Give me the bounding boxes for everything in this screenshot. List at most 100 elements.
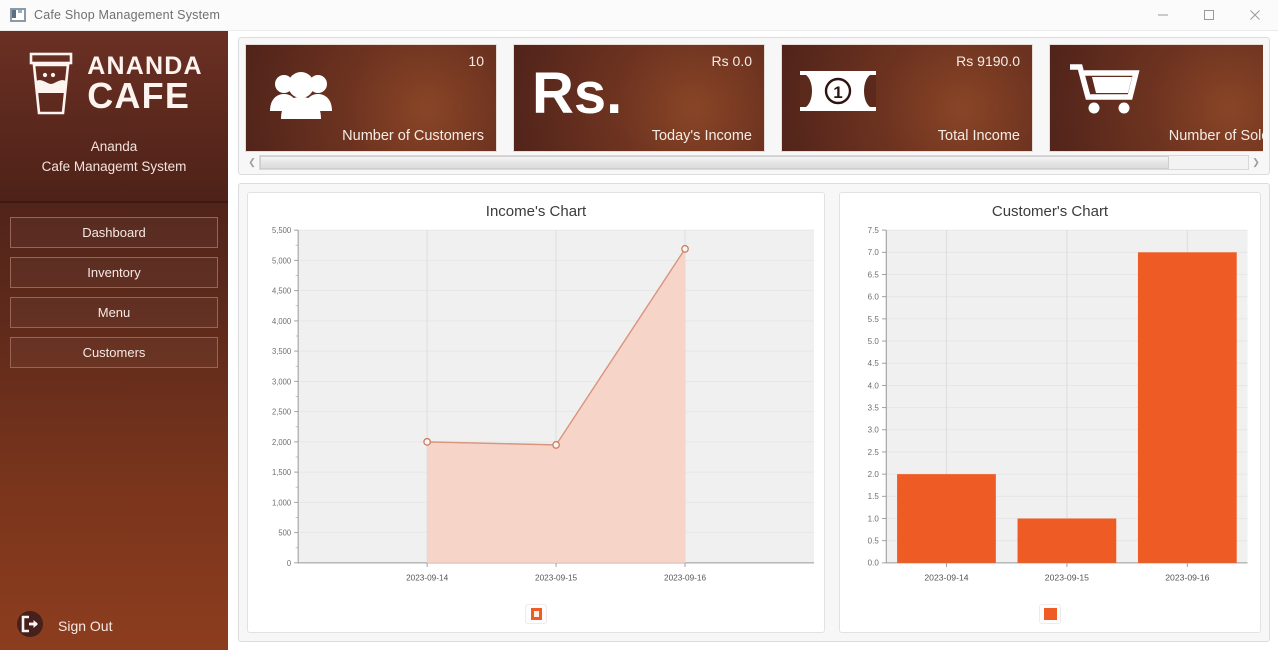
- kpi-card-todays-income[interactable]: Rs 0.0 Rs. Today's Income: [513, 44, 765, 152]
- svg-text:3,500: 3,500: [272, 347, 291, 356]
- window-title: Cafe Shop Management System: [34, 8, 221, 22]
- legend-item-customers[interactable]: [1039, 604, 1061, 624]
- sign-out-icon: [16, 610, 44, 643]
- svg-text:5.5: 5.5: [868, 315, 880, 324]
- coffee-cup-icon: [25, 51, 79, 117]
- close-button[interactable]: [1232, 0, 1278, 31]
- status-badge: Rs 9190.0: [956, 53, 1020, 69]
- cards-horizontal-scrollbar[interactable]: ❮ ❯: [245, 152, 1263, 174]
- svg-text:4,500: 4,500: [272, 286, 291, 295]
- kpi-cards-row: 10 Number of Customers Rs 0.0 Rs. Today'…: [245, 44, 1263, 152]
- chevron-right-icon[interactable]: ❯: [1249, 155, 1263, 170]
- sidebar-item-label: Customers: [82, 345, 146, 360]
- svg-text:Rs.: Rs.: [532, 61, 622, 126]
- svg-text:3.0: 3.0: [868, 426, 880, 435]
- svg-text:6.5: 6.5: [868, 270, 880, 279]
- sidebar-item-label: Dashboard: [82, 225, 146, 240]
- charts-panel: Income's Chart 0 500 1,000 1,500 2,000 2,500 3…: [238, 183, 1270, 642]
- customer-chart-card: Customer's Chart 0.0 0.5 1.0 1.5 2.0 2.5 3.0 3.…: [839, 192, 1261, 633]
- kpi-cards-viewport: 10 Number of Customers Rs 0.0 Rs. Today'…: [245, 44, 1263, 152]
- scrollbar-thumb[interactable]: [260, 156, 1169, 169]
- income-chart-legend: [252, 598, 820, 630]
- people-group-icon: [268, 67, 334, 123]
- svg-text:0.5: 0.5: [868, 537, 880, 546]
- sidebar-item-label: Inventory: [87, 265, 141, 280]
- income-chart-card: Income's Chart 0 500 1,000 1,500 2,000 2,500 3…: [247, 192, 825, 633]
- svg-text:1.0: 1.0: [868, 514, 880, 523]
- kpi-card-label: Number of Customers: [342, 128, 484, 144]
- svg-text:2023-09-15: 2023-09-15: [1045, 573, 1089, 583]
- svg-text:2.5: 2.5: [868, 448, 880, 457]
- svg-text:3,000: 3,000: [272, 377, 291, 386]
- sidebar-item-dashboard[interactable]: Dashboard: [10, 217, 218, 248]
- customer-chart-plot[interactable]: 0.0 0.5 1.0 1.5 2.0 2.5 3.0 3.5 4.0 4.5 5.0 5.5 6.0 6…: [844, 226, 1256, 598]
- svg-text:1,000: 1,000: [272, 498, 291, 507]
- svg-text:500: 500: [278, 528, 291, 537]
- svg-text:2023-09-15: 2023-09-15: [535, 572, 577, 582]
- kpi-card-label: Number of Sold Pr: [1168, 128, 1263, 144]
- svg-text:5,500: 5,500: [272, 226, 291, 235]
- rupee-text-icon: Rs.: [532, 55, 652, 127]
- sidebar-item-menu[interactable]: Menu: [10, 297, 218, 328]
- sign-out-label: Sign Out: [58, 618, 113, 634]
- app-window: Cafe Shop Management System ANANDA CAFE …: [0, 0, 1278, 650]
- shopping-cart-icon: [1068, 63, 1140, 121]
- svg-text:7.5: 7.5: [868, 226, 880, 235]
- brand-logo: ANANDA CAFE: [25, 45, 203, 123]
- income-chart-title: Income's Chart: [485, 203, 587, 220]
- svg-text:7.0: 7.0: [868, 248, 880, 257]
- main-content: 10 Number of Customers Rs 0.0 Rs. Today'…: [228, 31, 1278, 650]
- app-body: ANANDA CAFE Ananda Cafe Managemt System …: [0, 31, 1278, 650]
- svg-text:2,000: 2,000: [272, 438, 291, 447]
- kpi-card-number-of-customers[interactable]: 10 Number of Customers: [245, 44, 497, 152]
- customer-chart-title: Customer's Chart: [991, 203, 1109, 220]
- svg-text:3.5: 3.5: [868, 404, 880, 413]
- banknote-icon: 1: [800, 71, 876, 111]
- kpi-card-number-of-sold-products[interactable]: Number of Sold Pr: [1049, 44, 1263, 152]
- svg-text:2.0: 2.0: [868, 470, 880, 479]
- customer-chart-legend: [844, 598, 1256, 630]
- svg-text:2023-09-14: 2023-09-14: [924, 573, 968, 583]
- legend-ring-marker-icon: [530, 608, 542, 620]
- svg-text:1.5: 1.5: [868, 492, 880, 501]
- sidebar-item-customers[interactable]: Customers: [10, 337, 218, 368]
- sidebar-item-label: Menu: [97, 305, 131, 320]
- title-bar: Cafe Shop Management System: [0, 0, 1278, 31]
- status-badge: 10: [468, 53, 484, 69]
- minimize-button[interactable]: [1140, 0, 1186, 31]
- brand-wordmark: ANANDA CAFE: [87, 54, 203, 117]
- sign-out-button[interactable]: Sign Out: [0, 602, 228, 650]
- svg-text:2,500: 2,500: [272, 407, 291, 416]
- app-window-icon: [10, 8, 26, 22]
- sidebar-item-inventory[interactable]: Inventory: [10, 257, 218, 288]
- legend-item-income[interactable]: [525, 604, 547, 624]
- brand-subtitle-line1: Ananda: [90, 139, 138, 154]
- brand-word-line2: CAFE: [87, 75, 191, 117]
- svg-text:4.0: 4.0: [868, 381, 880, 390]
- minimize-icon: [1158, 14, 1168, 16]
- kpi-card-label: Today's Income: [651, 128, 752, 144]
- svg-text:2023-09-16: 2023-09-16: [1165, 573, 1209, 583]
- svg-text:5,000: 5,000: [272, 256, 291, 265]
- income-chart-plot[interactable]: 0 500 1,000 1,500 2,000 2,500 3,000 3,500 4,000 4…: [252, 226, 820, 598]
- kpi-card-total-income[interactable]: Rs 9190.0 1 Total Income: [781, 44, 1033, 152]
- close-icon: [1250, 10, 1260, 20]
- svg-text:2023-09-16: 2023-09-16: [664, 572, 706, 582]
- svg-text:0.0: 0.0: [868, 559, 880, 568]
- svg-text:1: 1: [833, 83, 842, 102]
- svg-text:5.0: 5.0: [868, 337, 880, 346]
- svg-text:0: 0: [287, 559, 291, 568]
- brand-header: ANANDA CAFE Ananda Cafe Managemt System: [0, 31, 228, 203]
- maximize-button[interactable]: [1186, 0, 1232, 31]
- svg-text:1,500: 1,500: [272, 468, 291, 477]
- sidebar: ANANDA CAFE Ananda Cafe Managemt System …: [0, 31, 228, 650]
- svg-text:4.5: 4.5: [868, 359, 880, 368]
- brand-subtitle-line2: Cafe Managemt System: [41, 158, 187, 174]
- scrollbar-track[interactable]: [259, 155, 1249, 170]
- svg-text:4,000: 4,000: [272, 317, 291, 326]
- svg-text:6.0: 6.0: [868, 293, 880, 302]
- brand-subtitle: Ananda Cafe Managemt System: [42, 137, 187, 176]
- maximize-icon: [1204, 10, 1214, 20]
- chevron-left-icon[interactable]: ❮: [245, 155, 259, 170]
